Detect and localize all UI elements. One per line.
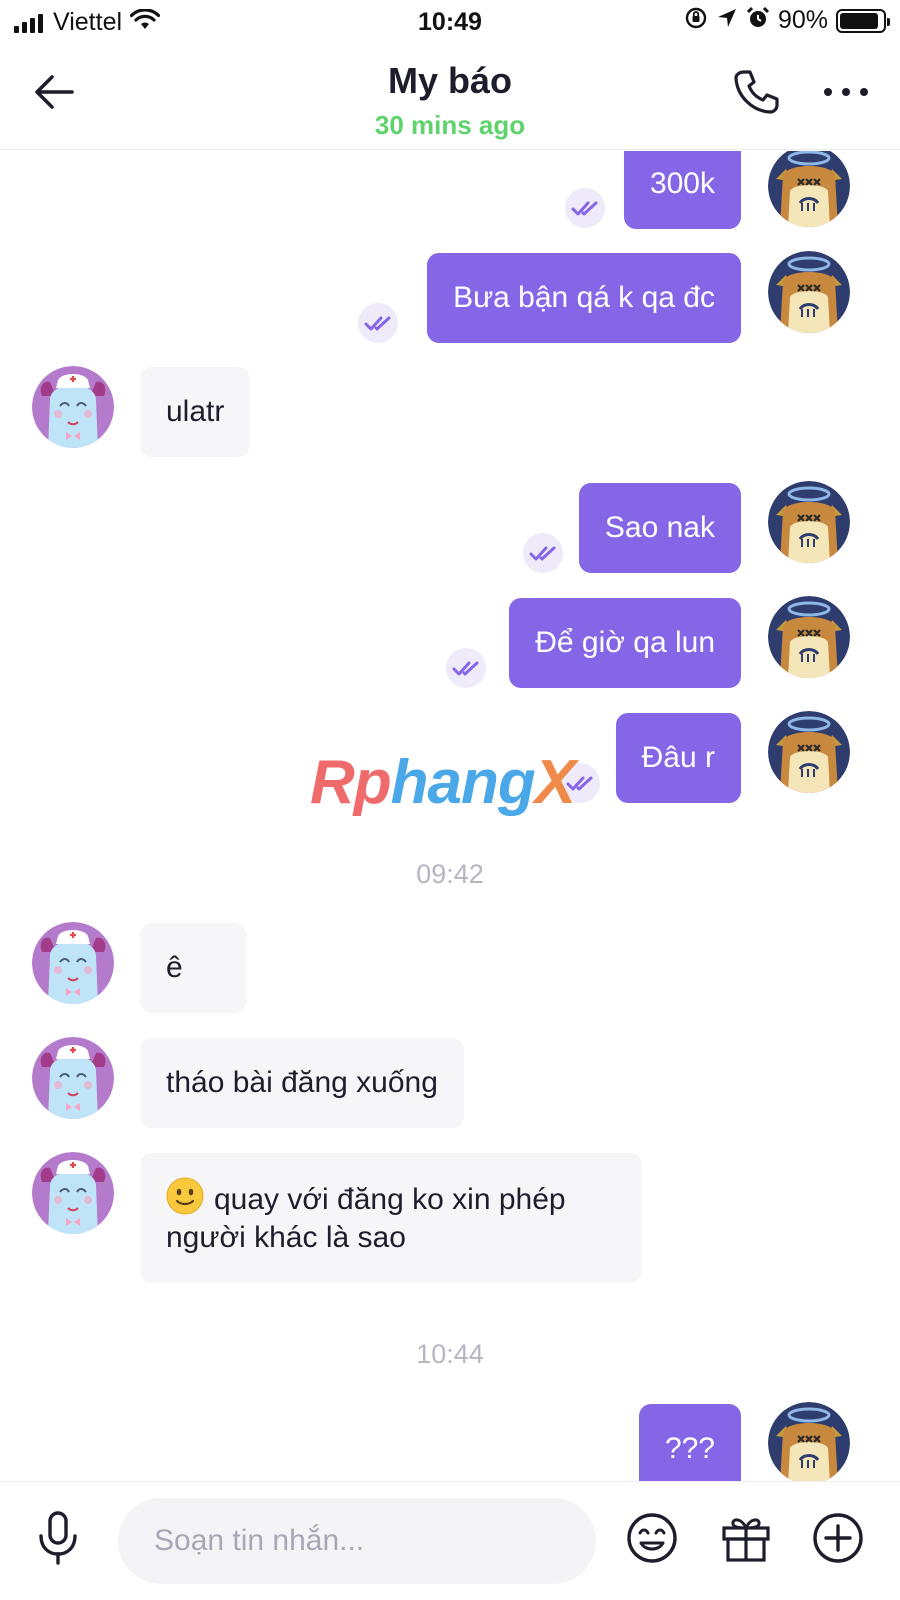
avatar[interactable] [768, 596, 850, 678]
message-list[interactable]: 300k Bưa bận qá k qa đc ulatr Sao nak Để… [0, 151, 900, 1481]
rotation-lock-icon [684, 6, 708, 35]
message-text: Để giờ qa lun [535, 626, 715, 659]
message-bubble-outgoing[interactable]: Bưa bận qá k qa đc [427, 253, 741, 343]
add-attachment-button[interactable] [808, 1508, 868, 1568]
more-dots-icon [824, 88, 868, 96]
message-bubble-outgoing[interactable]: 300k [623, 151, 741, 229]
alarm-icon [746, 6, 770, 35]
message-text: Bưa bận qá k qa đc [453, 281, 715, 314]
message-text: tháo bài đăng xuống [166, 1066, 438, 1099]
message-line: người khác là sao [166, 1219, 616, 1257]
slightly-smiling-face-icon [166, 1177, 204, 1215]
double-check-icon [565, 188, 605, 228]
gift-icon [722, 1518, 770, 1562]
emoji-icon [627, 1513, 677, 1563]
message-line: quay với đăng ko xin phép [166, 1177, 616, 1219]
message-bubble-outgoing[interactable]: Đâu r [615, 713, 741, 803]
chat-header: My báo 30 mins ago [0, 48, 900, 150]
battery-percent: 90% [777, 6, 828, 34]
microphone-icon [39, 1511, 77, 1565]
avatar[interactable] [32, 366, 114, 448]
double-check-icon [358, 303, 398, 343]
avatar[interactable] [32, 1037, 114, 1119]
time-separator: 09:42 [416, 859, 484, 889]
message-bubble-incoming[interactable]: quay với đăng ko xin phép người khác là … [140, 1153, 642, 1283]
voice-message-button[interactable] [30, 1508, 86, 1568]
avatar[interactable] [32, 1152, 114, 1234]
more-button[interactable] [818, 64, 874, 120]
watermark-logo: RphangX [310, 748, 576, 817]
message-bubble-incoming[interactable]: ulatr [140, 367, 251, 457]
message-text: ulatr [166, 395, 225, 428]
battery-level [840, 12, 878, 29]
call-button[interactable] [728, 64, 784, 120]
message-text: ??? [664, 1432, 715, 1465]
double-check-icon [523, 533, 563, 573]
message-input[interactable] [118, 1498, 596, 1584]
message-bubble-outgoing[interactable]: Sao nak [578, 483, 741, 573]
double-check-icon [446, 648, 486, 688]
message-text: Đâu r [641, 741, 715, 774]
avatar[interactable] [768, 151, 850, 227]
avatar[interactable] [768, 711, 850, 793]
message-text: 300k [649, 167, 715, 200]
message-text: ê [166, 951, 183, 984]
message-bubble-incoming[interactable]: ê [140, 923, 246, 1013]
avatar[interactable] [768, 1402, 850, 1481]
message-bubble-outgoing[interactable]: ??? [638, 1404, 741, 1481]
message-bubble-incoming[interactable]: tháo bài đăng xuống [140, 1038, 464, 1128]
time-separator: 10:44 [416, 1339, 484, 1369]
phone-icon [734, 70, 779, 114]
avatar[interactable] [768, 251, 850, 333]
message-bubble-outgoing[interactable]: Để giờ qa lun [509, 598, 741, 688]
location-icon [716, 7, 738, 34]
composer-bar [0, 1481, 900, 1600]
avatar[interactable] [768, 481, 850, 563]
battery-icon [836, 8, 890, 33]
plus-circle-icon [813, 1513, 863, 1563]
gift-button[interactable] [716, 1508, 776, 1568]
message-text: quay với đăng ko xin phép [214, 1183, 566, 1216]
message-text: Sao nak [604, 511, 715, 544]
status-bar: Viettel 10:49 90% [0, 0, 900, 48]
status-right: 90% [684, 6, 890, 35]
emoji-button[interactable] [622, 1508, 682, 1568]
message-text: người khác là sao [166, 1221, 406, 1254]
avatar[interactable] [32, 922, 114, 1004]
